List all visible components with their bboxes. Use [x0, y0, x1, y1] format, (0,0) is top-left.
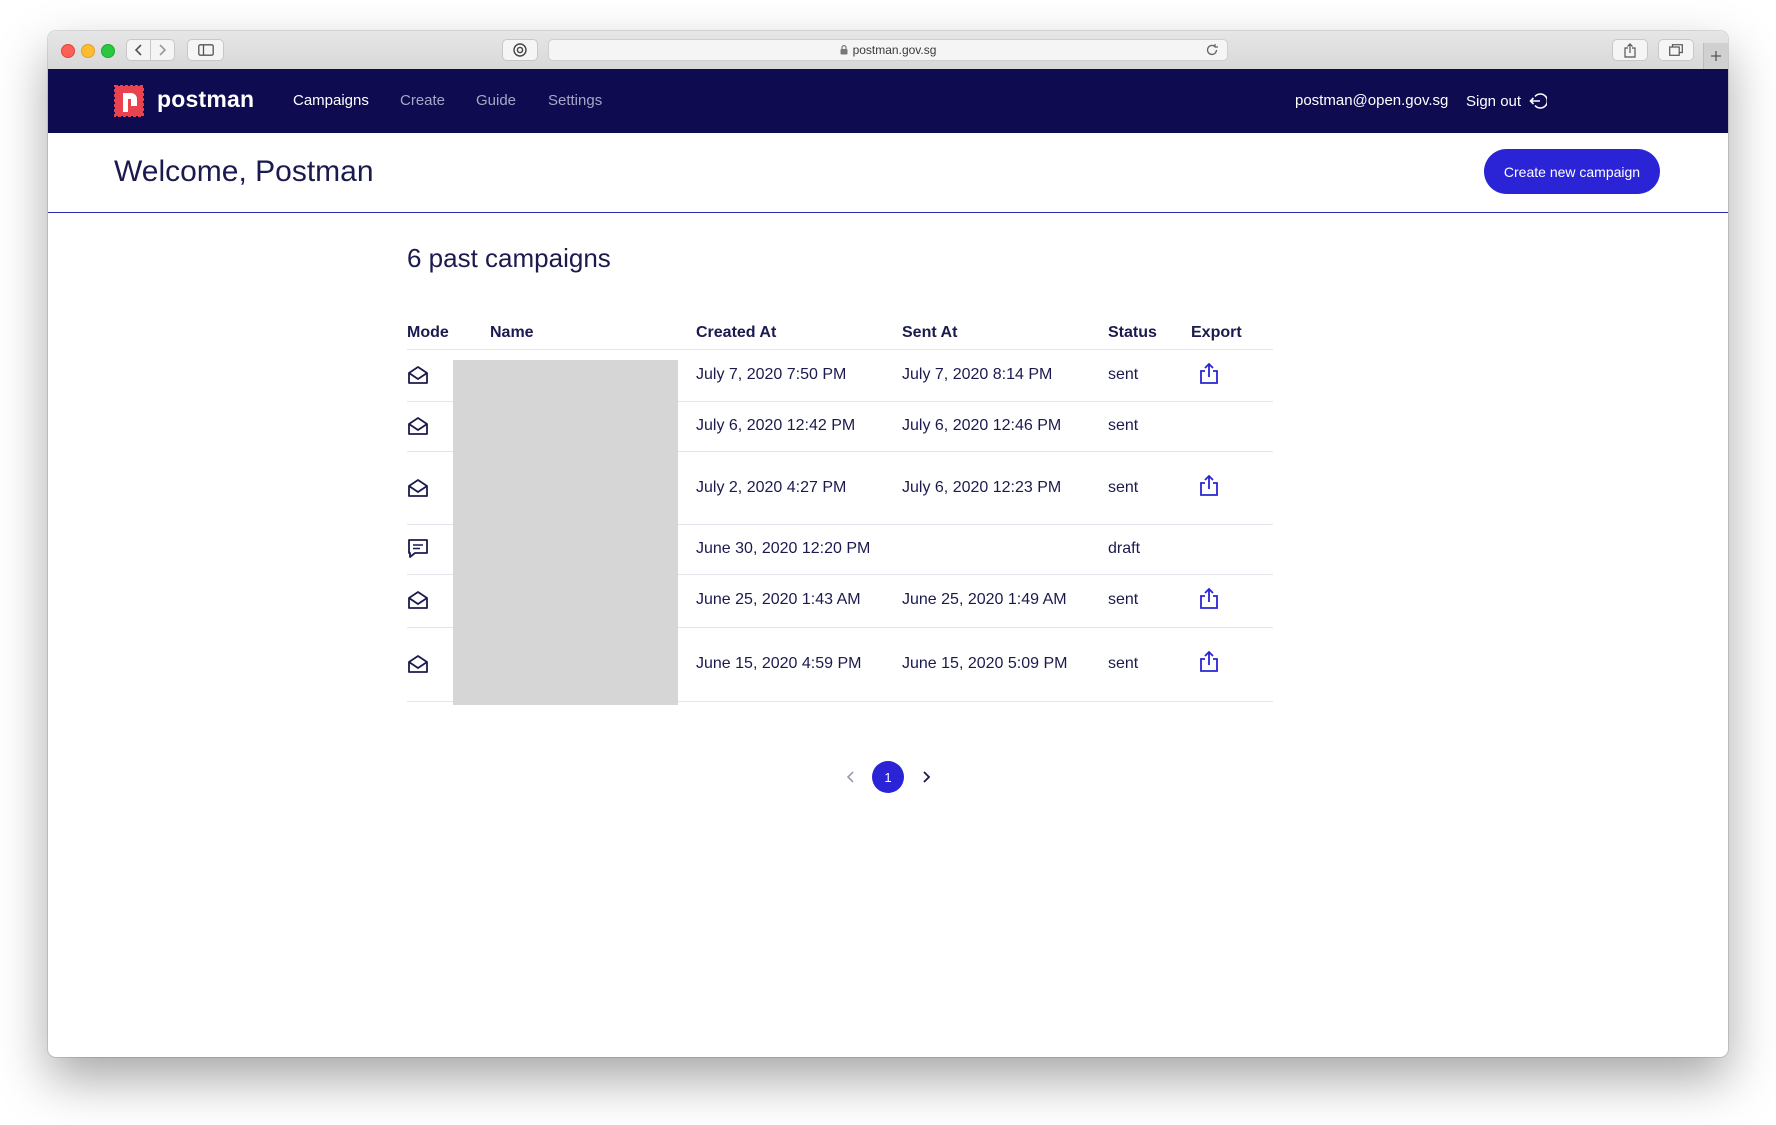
email-mode-icon [408, 366, 428, 384]
sent-at: June 15, 2020 5:09 PM [902, 655, 1068, 672]
chevron-right-icon [159, 44, 167, 56]
prev-page-button[interactable] [840, 767, 860, 788]
sms-mode-icon [408, 539, 428, 558]
sent-at: July 6, 2020 12:46 PM [902, 417, 1062, 434]
campaign-count-title: 6 past campaigns [407, 243, 611, 273]
created-at: July 2, 2020 4:27 PM [696, 479, 847, 496]
zoom-window-button[interactable] [101, 44, 115, 58]
nav-create[interactable]: Create [400, 92, 445, 109]
page-title: Welcome, Postman [114, 155, 374, 188]
browser-toolbar: postman.gov.sg [48, 31, 1728, 70]
brand-name[interactable]: postman [157, 86, 254, 113]
status: sent [1108, 479, 1139, 496]
status: draft [1108, 540, 1141, 557]
sidebar-icon [197, 44, 214, 56]
sign-out-label: Sign out [1466, 92, 1522, 110]
forward-button[interactable] [150, 39, 175, 61]
column-header-mode: Mode [407, 324, 449, 341]
address-bar[interactable]: postman.gov.sg [548, 39, 1228, 61]
nav-settings[interactable]: Settings [548, 92, 602, 109]
user-email: postman@open.gov.sg [1295, 92, 1449, 109]
nav-guide[interactable]: Guide [476, 92, 516, 109]
plus-icon [1711, 51, 1721, 61]
email-mode-icon [408, 479, 428, 497]
nav-campaigns[interactable]: Campaigns [293, 92, 369, 109]
column-header-sent-at: Sent At [902, 324, 958, 341]
status: sent [1108, 366, 1139, 383]
created-at: June 25, 2020 1:43 AM [696, 591, 861, 608]
reload-icon[interactable] [1205, 42, 1219, 58]
password-key-icon [513, 43, 527, 57]
status: sent [1108, 591, 1139, 608]
created-at: June 30, 2020 12:20 PM [696, 540, 871, 557]
sent-at: July 7, 2020 8:14 PM [902, 366, 1053, 383]
email-mode-icon [408, 655, 428, 673]
share-button[interactable] [1612, 39, 1648, 61]
status: sent [1108, 655, 1139, 672]
page-header: Welcome, Postman Create new campaign [48, 133, 1728, 213]
sign-out-button[interactable]: Sign out [1466, 92, 1548, 110]
back-button[interactable] [126, 39, 151, 61]
close-window-button[interactable] [61, 44, 75, 58]
tab-overview-button[interactable] [1658, 39, 1694, 61]
chevron-right-icon [922, 770, 930, 783]
pagination: 1 [840, 760, 936, 794]
export-icon[interactable] [1198, 587, 1220, 611]
column-header-created-at: Created At [696, 324, 777, 341]
created-at: July 6, 2020 12:42 PM [696, 417, 856, 434]
sent-at: July 6, 2020 12:23 PM [902, 479, 1062, 496]
created-at: June 15, 2020 4:59 PM [696, 655, 862, 672]
export-icon[interactable] [1198, 362, 1220, 386]
chevron-left-icon [134, 44, 142, 56]
sidebar-toggle-button[interactable] [187, 39, 224, 61]
chevron-left-icon [846, 770, 854, 783]
export-icon[interactable] [1198, 474, 1220, 498]
table-header: Mode Name Created At Sent At Status Expo… [407, 314, 1273, 350]
created-at: July 7, 2020 7:50 PM [696, 366, 847, 383]
column-header-export: Export [1191, 324, 1242, 341]
lock-icon [840, 45, 848, 55]
sent-at: June 25, 2020 1:49 AM [902, 591, 1067, 608]
email-mode-icon [408, 591, 428, 609]
sign-out-icon [1529, 93, 1548, 109]
export-icon[interactable] [1198, 650, 1220, 674]
next-page-button[interactable] [916, 767, 936, 788]
column-header-name: Name [490, 324, 534, 341]
postman-logo-icon[interactable] [114, 85, 144, 117]
tabs-icon [1669, 44, 1683, 56]
minimize-window-button[interactable] [81, 44, 95, 58]
email-mode-icon [408, 417, 428, 435]
status: sent [1108, 417, 1139, 434]
url-text: postman.gov.sg [852, 43, 937, 57]
column-header-status: Status [1108, 324, 1157, 341]
password-manager-button[interactable] [502, 39, 538, 61]
create-campaign-button[interactable]: Create new campaign [1484, 149, 1660, 194]
new-tab-button[interactable] [1703, 43, 1728, 69]
share-icon [1624, 42, 1636, 58]
redacted-names-block [453, 360, 678, 705]
app-navbar: postman Campaigns Create Guide Settings … [48, 69, 1728, 133]
page-number-button[interactable]: 1 [872, 761, 904, 793]
